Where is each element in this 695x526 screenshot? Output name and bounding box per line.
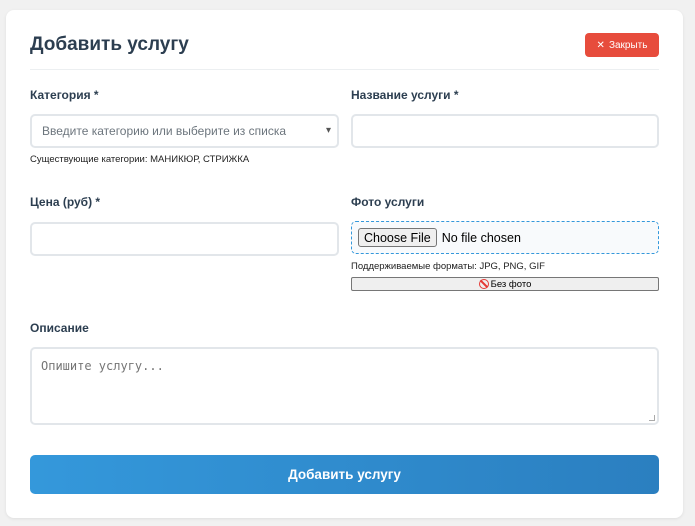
no-photo-label: Без фото	[490, 278, 532, 290]
category-select[interactable]: Введите категорию или выберите из списка…	[30, 114, 339, 148]
resize-handle-icon[interactable]	[649, 415, 655, 421]
close-button-label: Закрыть	[608, 39, 648, 51]
description-textarea[interactable]: Опишите услугу...	[30, 347, 659, 425]
close-button[interactable]: ✕ Закрыть	[585, 33, 659, 57]
modal-header: Добавить услугу ✕ Закрыть	[30, 30, 659, 70]
price-label: Цена (руб) *	[30, 195, 101, 209]
add-service-button[interactable]: Добавить услугу	[30, 455, 659, 494]
description-placeholder: Опишите услугу...	[41, 359, 164, 373]
file-status: No file chosen	[441, 230, 521, 245]
no-entry-icon	[478, 279, 489, 289]
service-name-label: Название услуги *	[351, 88, 459, 102]
category-hint: Существующие категории: МАНИКЮР, СТРИЖКА	[30, 154, 250, 165]
no-photo-button[interactable]: Без фото	[351, 277, 659, 291]
choose-file-button[interactable]: Choose File	[358, 228, 437, 247]
price-input[interactable]	[30, 222, 339, 256]
photo-file-input[interactable]: Choose File No file chosen	[351, 221, 659, 254]
close-icon: ✕	[596, 39, 605, 51]
category-placeholder: Введите категорию или выберите из списка	[42, 124, 287, 138]
modal-title: Добавить услугу	[30, 34, 189, 55]
add-service-modal: Добавить услугу ✕ Закрыть Категория * Вв…	[6, 10, 683, 518]
category-label: Категория *	[30, 88, 99, 102]
photo-label: Фото услуги	[351, 195, 425, 209]
photo-formats-hint: Поддерживаемые форматы: JPG, PNG, GIF	[351, 261, 545, 272]
description-label: Описание	[30, 321, 89, 335]
chevron-down-icon: ▾	[325, 125, 331, 136]
service-name-input[interactable]	[351, 114, 659, 148]
